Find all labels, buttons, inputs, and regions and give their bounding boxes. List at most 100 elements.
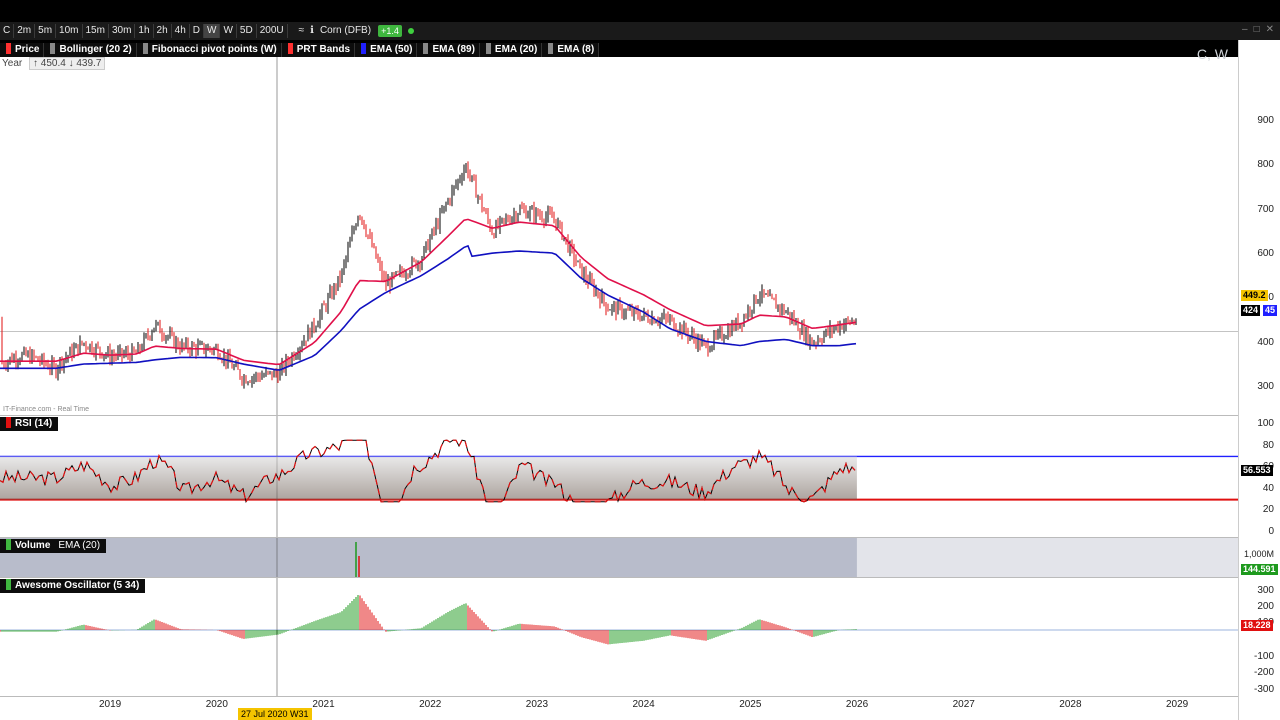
indicator-swatch bbox=[548, 43, 554, 54]
indicator-3[interactable]: PRT Bands bbox=[282, 43, 356, 57]
timeframe-button[interactable]: 1h bbox=[135, 24, 154, 38]
ao-tick-label: 200 bbox=[1257, 601, 1274, 612]
timeframe-button[interactable]: 10m bbox=[56, 24, 83, 38]
volume-label[interactable]: Volume EMA (20) bbox=[0, 539, 107, 553]
timeframe-button[interactable]: 5m bbox=[35, 24, 57, 38]
ao-tick-label: -100 bbox=[1253, 651, 1274, 662]
data-source-label: IT-Finance.com - Real Time bbox=[3, 406, 89, 413]
time-axis: 2019 2020 2021 2022 2023 2024 2025 2026 2027 2028… bbox=[0, 696, 1238, 720]
info-icon[interactable]: ℹ bbox=[307, 24, 317, 38]
year-tick-label: 2020 bbox=[205, 699, 228, 710]
indicator-5[interactable]: EMA (89) bbox=[417, 43, 480, 57]
volume-area bbox=[0, 538, 857, 578]
indicator-label: Fibonacci pivot points (W) bbox=[151, 44, 277, 55]
indicator-2[interactable]: Fibonacci pivot points (W) bbox=[137, 43, 282, 57]
rsi-tick-label: 20 bbox=[1262, 504, 1274, 515]
timeframe-button[interactable]: 5D bbox=[237, 24, 257, 38]
rsi-tick-label: 100 bbox=[1257, 418, 1274, 429]
indicator-swatch bbox=[142, 43, 148, 54]
year-tick-label: 2025 bbox=[739, 699, 762, 710]
indicator-label: EMA (50) bbox=[370, 44, 413, 55]
timeframe-button[interactable]: D bbox=[190, 24, 205, 38]
rsi-tick-label: 0 bbox=[1268, 525, 1274, 537]
year-tick-label: 2028 bbox=[1059, 699, 1082, 710]
indicator-7[interactable]: EMA (8) bbox=[542, 43, 600, 57]
ao-value-tag: 18.228 bbox=[1241, 620, 1273, 631]
value-axis: 900800700600500400300449.242445100806040… bbox=[1238, 40, 1280, 720]
timeframe-button[interactable]: 15m bbox=[83, 24, 109, 38]
year-range-tag: Year ↑ 450.4 ↓ 439.7 bbox=[2, 57, 106, 70]
indicator-label: Bollinger (20 2) bbox=[59, 44, 132, 55]
awesome-oscillator-panel[interactable]: Awesome Oscillator (5 34) bbox=[0, 577, 1238, 697]
ao-tick-label: -300 bbox=[1253, 684, 1274, 695]
indicator-label: EMA (20) bbox=[494, 44, 538, 55]
timeframe-button[interactable]: W bbox=[220, 24, 237, 38]
timeframe-button[interactable]: W bbox=[204, 24, 221, 38]
rsi-panel[interactable]: RSI (14) bbox=[0, 415, 1238, 538]
chart-type-icon[interactable]: ≈ bbox=[296, 24, 308, 38]
restore-icon[interactable]: □ bbox=[1254, 24, 1260, 35]
rsi-tick-label: 40 bbox=[1262, 482, 1274, 494]
status-dot bbox=[407, 28, 414, 34]
volume-value-tag: 144.591 bbox=[1241, 564, 1278, 575]
instrument-name[interactable]: Corn (DFB) bbox=[317, 24, 374, 38]
price-tick-label: 400 bbox=[1257, 336, 1274, 348]
ao-label[interactable]: Awesome Oscillator (5 34) bbox=[0, 579, 146, 593]
indicator-label: Price bbox=[15, 44, 40, 55]
window-controls: – □ ✕ bbox=[1242, 24, 1274, 35]
indicator-swatch bbox=[50, 43, 56, 54]
timeframe-button[interactable]: 200U bbox=[257, 24, 288, 38]
price-last-tag: 449.2 bbox=[1241, 290, 1268, 301]
price-tick-label: 600 bbox=[1257, 248, 1274, 259]
ao-tick-label: -200 bbox=[1253, 667, 1274, 678]
indicator-1[interactable]: Bollinger (20 2) bbox=[44, 43, 137, 57]
rsi-value-tag: 56.553 bbox=[1241, 465, 1273, 476]
indicator-label: PRT Bands bbox=[296, 44, 351, 55]
timeframe-button[interactable]: 4h bbox=[172, 24, 190, 38]
price-cross-tag: 424 bbox=[1241, 305, 1261, 316]
change-badge: +1.4 bbox=[378, 25, 402, 37]
chart-toolbar: C 2m 5m 10m 15m 30m 1h 2h 4h D W W 5D 200U ≈ ℹ Corn (DFB… bbox=[0, 22, 1280, 40]
ema-value-tag: 45 bbox=[1263, 305, 1278, 316]
indicator-label: EMA (8) bbox=[557, 44, 595, 55]
year-tick-label: 2019 bbox=[99, 699, 122, 710]
indicator-6[interactable]: EMA (20) bbox=[480, 43, 543, 57]
price-tick-label: 800 bbox=[1257, 159, 1274, 171]
year-tick-label: 2021 bbox=[312, 699, 335, 710]
indicator-0[interactable]: Price bbox=[0, 43, 45, 57]
price-tick-label: 700 bbox=[1257, 203, 1274, 215]
minimize-icon[interactable]: – bbox=[1242, 24, 1248, 35]
crosshair-date-tag: 27 Jul 2020 W31 bbox=[238, 708, 312, 720]
volume-panel[interactable]: Volume EMA (20) bbox=[0, 537, 1238, 578]
indicator-swatch bbox=[361, 43, 367, 54]
price-tick-label: 300 bbox=[1257, 380, 1274, 392]
indicator-swatch bbox=[423, 43, 429, 54]
year-tick-label: 2024 bbox=[632, 699, 655, 710]
year-tick-label: 2026 bbox=[845, 699, 869, 710]
indicator-4[interactable]: EMA (50) bbox=[355, 43, 418, 57]
indicator-label: EMA (89) bbox=[432, 44, 475, 55]
indicator-swatch bbox=[485, 43, 491, 54]
rsi-fill-area bbox=[0, 456, 857, 500]
indicator-swatch bbox=[6, 43, 11, 54]
rsi-label[interactable]: RSI (14) bbox=[0, 417, 59, 431]
year-tick-label: 2029 bbox=[1166, 699, 1189, 710]
timeframe-button[interactable]: 2m bbox=[14, 24, 36, 38]
timeframe-button[interactable]: C bbox=[0, 24, 15, 38]
year-tick-label: 2023 bbox=[525, 699, 549, 710]
year-values: ↑ 450.4 ↓ 439.7 bbox=[29, 57, 106, 70]
year-tick-label: 2027 bbox=[952, 699, 975, 710]
indicator-swatch bbox=[287, 43, 293, 54]
year-label: Year bbox=[2, 58, 23, 69]
indicator-bar: Price Bollinger (20 2) Fibonacci pivot poi… bbox=[0, 43, 600, 57]
chart-watermark: C, W bbox=[1196, 46, 1228, 62]
year-tick-label: 2022 bbox=[419, 699, 442, 710]
rsi-tick-label: 80 bbox=[1262, 439, 1274, 451]
price-chart[interactable] bbox=[0, 57, 1238, 415]
volume-tick-label: 1,000M bbox=[1243, 549, 1274, 559]
timeframe-button[interactable]: 2h bbox=[154, 24, 172, 38]
close-icon[interactable]: ✕ bbox=[1266, 24, 1274, 35]
price-tick-label: 900 bbox=[1257, 115, 1274, 127]
ao-tick-label: 300 bbox=[1257, 585, 1274, 596]
timeframe-button[interactable]: 30m bbox=[109, 24, 136, 38]
